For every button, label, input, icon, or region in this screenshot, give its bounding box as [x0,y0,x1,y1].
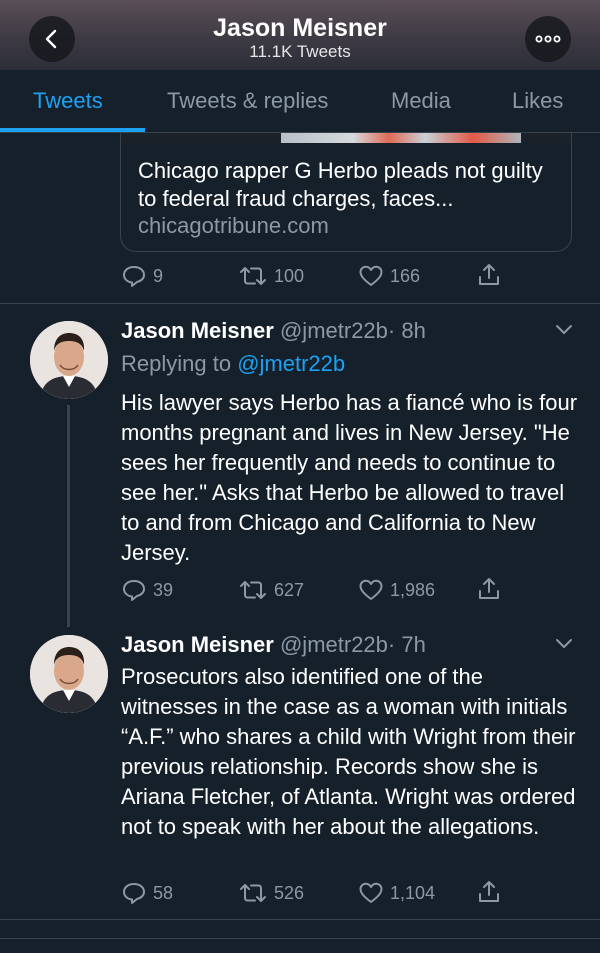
tweet-time: · 7h [387,632,426,657]
author-handle: @jmetr22b [279,632,388,657]
retweet-button[interactable]: 526 [238,881,304,905]
retweet-count: 100 [274,265,305,286]
reply-button[interactable]: 9 [121,264,163,288]
tweet-text: Prosecutors also identified one of the w… [121,664,576,839]
profile-photo [30,321,108,399]
author-name[interactable]: Jason Meisner [121,632,274,657]
tab-media[interactable]: Media [391,88,451,114]
active-tab-indicator [0,128,145,132]
card-domain: chicagotribune.com [138,213,329,238]
tweet-author-row[interactable]: Jason Meisner @jmetr22b· 7h [121,632,426,658]
tab-tweets[interactable]: Tweets [33,88,103,114]
reply-button[interactable]: 58 [121,881,173,905]
share-button[interactable] [476,262,502,288]
tweet-divider [0,303,600,304]
like-count: 166 [390,265,421,286]
reply-count: 9 [153,265,164,286]
reply-icon [123,266,145,287]
card-image [121,133,571,143]
chevron-down-icon[interactable] [555,324,573,336]
tweet-divider [0,919,600,920]
thread-line [67,405,70,627]
like-count: 1,986 [390,579,436,600]
replying-to: Replying to @jmetr22b [121,351,345,377]
chevron-down-icon[interactable] [555,638,573,650]
share-button[interactable] [476,576,502,602]
profile-header: Jason Meisner 11.1K Tweets [0,0,600,70]
author-handle: @jmetr22b [279,318,388,343]
retweet-count: 526 [274,882,305,903]
reply-count: 39 [153,579,174,600]
heart-icon [359,579,383,600]
card-title: Chicago rapper G Herbo pleads not guilty… [138,158,543,211]
retweet-icon [240,581,266,599]
profile-photo [30,635,108,713]
profile-tabs: Tweets Tweets & replies Media Likes [0,70,600,133]
tweet-count: 11.1K Tweets [249,42,351,61]
retweet-icon [240,884,266,902]
tweet-text: His lawyer says Herbo has a fiancé who i… [121,390,578,565]
tweet-author-row[interactable]: Jason Meisner @jmetr22b· 8h [121,318,426,344]
share-button[interactable] [476,879,502,905]
link-preview-card[interactable]: Chicago rapper G Herbo pleads not guilty… [120,133,572,252]
tab-likes[interactable]: Likes [512,88,563,114]
more-horizontal-icon [535,35,561,43]
profile-name-title: Jason Meisner [213,14,387,42]
tweet-divider [0,938,600,939]
retweet-icon [240,267,266,285]
retweet-count: 627 [274,579,305,600]
retweet-button[interactable]: 627 [238,578,304,602]
reply-icon [123,883,145,904]
replying-to-label: Replying to [121,351,232,376]
retweet-button[interactable]: 100 [238,264,304,288]
like-count: 1,104 [390,882,436,903]
share-icon [479,578,499,599]
replying-to-handle[interactable]: @jmetr22b [237,351,345,376]
share-icon [479,881,499,902]
more-button[interactable] [525,16,571,62]
avatar[interactable] [30,321,108,399]
like-button[interactable]: 166 [358,264,420,288]
share-icon [479,264,499,285]
heart-icon [359,265,383,286]
tab-tweets-and-replies[interactable]: Tweets & replies [167,88,328,114]
like-button[interactable]: 1,986 [358,578,435,602]
heart-icon [359,882,383,903]
like-button[interactable]: 1,104 [358,881,435,905]
reply-count: 58 [153,882,174,903]
avatar[interactable] [30,635,108,713]
tweet-time: · 8h [387,318,426,343]
reply-button[interactable]: 39 [121,578,173,602]
author-name[interactable]: Jason Meisner [121,318,274,343]
reply-icon [123,580,145,601]
